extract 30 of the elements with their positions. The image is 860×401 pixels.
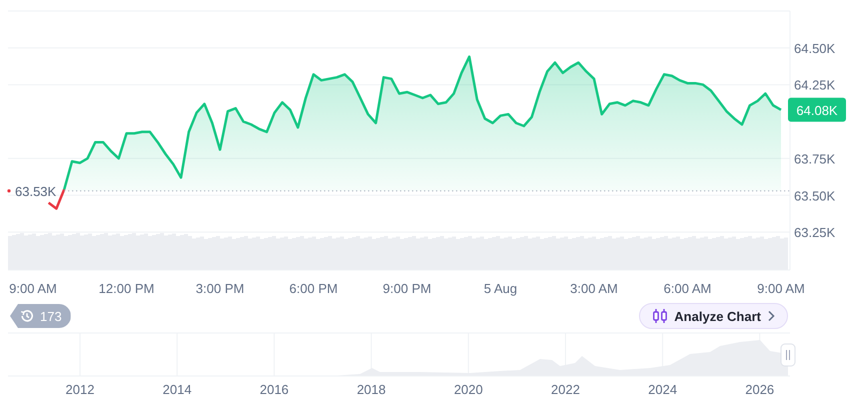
x-axis-label: 6:00 PM	[289, 281, 338, 296]
y-axis-label: 63.75K	[794, 151, 836, 166]
y-axis-label: 63.50K	[794, 188, 836, 204]
x-axis-label: 3:00 PM	[196, 281, 244, 296]
year-label: 2018	[356, 382, 386, 397]
x-axis-label: 6:00 AM	[664, 281, 712, 296]
year-label: 2020	[454, 382, 483, 397]
y-axis-label: 63.25K	[794, 225, 836, 240]
year-label: 2022	[551, 382, 580, 397]
history-icon	[20, 309, 34, 323]
y-axis-label: 64.50K	[794, 40, 836, 56]
analyze-chart-button[interactable]: Analyze Chart	[639, 303, 788, 329]
year-label: 2016	[260, 382, 289, 397]
x-axis-label: 3:00 AM	[570, 281, 618, 296]
candlestick-icon	[652, 308, 668, 324]
chevron-right-icon	[767, 310, 775, 322]
year-label: 2014	[162, 382, 192, 397]
year-label: 2026	[745, 382, 774, 397]
open-price-label: 63.53K	[15, 184, 56, 199]
events-count: 173	[40, 308, 62, 324]
x-axis-label: 9:00 PM	[382, 281, 432, 296]
y-axis-label: 64.25K	[794, 78, 836, 93]
current-price-badge: 64.08K	[788, 98, 846, 122]
year-label: 2024	[648, 382, 678, 397]
x-axis-label: 5 Aug	[484, 281, 518, 296]
year-label: 2012	[66, 382, 94, 397]
x-axis-label: 9:00 AM	[9, 281, 57, 296]
x-axis-label: 9:00 AM	[757, 281, 805, 296]
range-handle[interactable]	[780, 344, 796, 366]
x-axis-label: 12:00 PM	[98, 281, 154, 296]
